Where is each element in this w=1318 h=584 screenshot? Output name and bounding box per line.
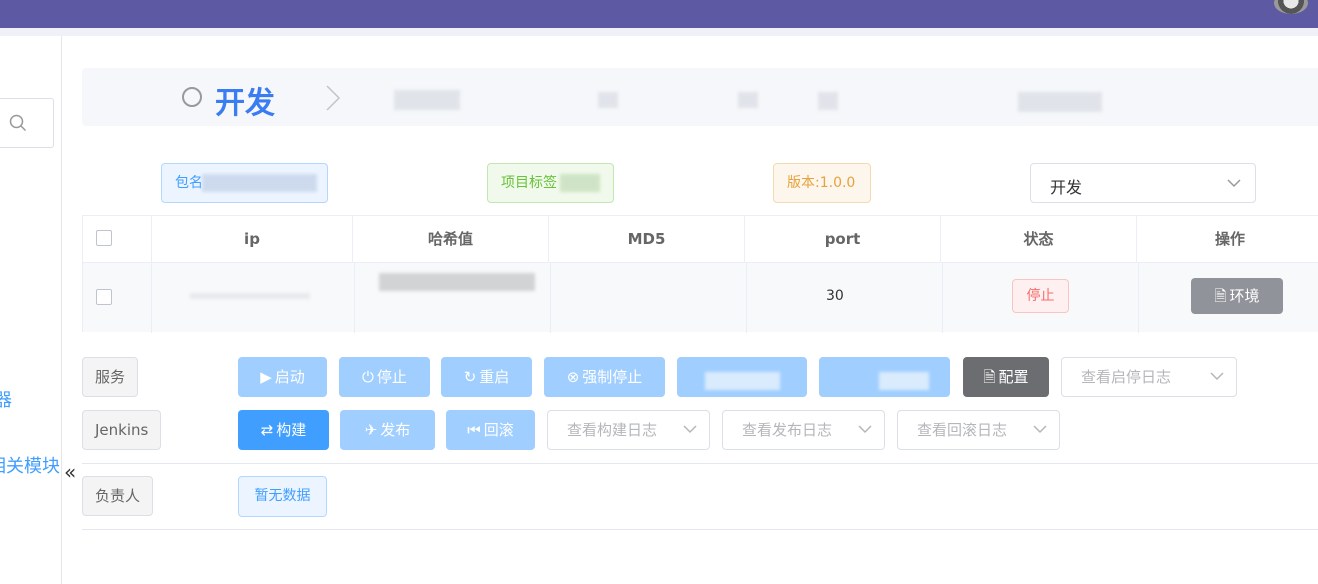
table-row: 30: [83, 262, 1318, 333]
sidebar: 器 相关模块: [0, 36, 62, 584]
power-icon: ⏻: [362, 368, 374, 386]
chevron-down-icon: [1227, 179, 1241, 188]
plane-icon: ✈: [364, 421, 378, 439]
table-header-select: [83, 216, 152, 262]
redacted-path: [738, 92, 758, 108]
chevron-down-icon: [1033, 425, 1047, 434]
environment-select[interactable]: 开发: [1030, 163, 1256, 203]
sidebar-search-input[interactable]: [0, 98, 54, 148]
stop-button[interactable]: ⏻ 停止: [339, 357, 430, 397]
table-cell-md5: [551, 263, 747, 333]
start-button[interactable]: ▶ 启动: [238, 357, 327, 397]
view-rollback-log-dropdown[interactable]: 查看回滚日志: [897, 410, 1060, 450]
stop-button-label: 停止: [376, 368, 407, 386]
environment-button-label: 环境: [1229, 287, 1260, 305]
redacted-action-button-1[interactable]: [677, 357, 807, 397]
view-publish-log-label: 查看发布日志: [742, 421, 833, 439]
table-header-status: 状态: [941, 216, 1137, 262]
view-build-log-dropdown[interactable]: 查看构建日志: [547, 410, 710, 450]
environment-select-value: 开发: [1050, 178, 1083, 197]
top-bar-shadow: [0, 28, 1318, 36]
chevron-down-icon: [858, 425, 872, 434]
build-button[interactable]: ⇄ 构建: [238, 410, 329, 450]
table-header-ip: ip: [152, 216, 353, 262]
view-publish-log-dropdown[interactable]: 查看发布日志: [722, 410, 885, 450]
view-start-stop-log-dropdown[interactable]: 查看启停日志: [1061, 357, 1237, 397]
redacted-path: [1018, 92, 1102, 112]
table-cell-port: 30: [747, 263, 943, 333]
chevron-down-icon: [1210, 372, 1224, 381]
view-start-stop-log-label: 查看启停日志: [1081, 368, 1172, 386]
force-stop-button-label: 强制停止: [582, 368, 643, 386]
build-button-label: 构建: [276, 421, 307, 439]
redacted-hash: [379, 273, 535, 291]
config-button[interactable]: 🗎 配置: [963, 357, 1049, 397]
redacted-button-label: [705, 372, 780, 390]
circle-icon: [182, 87, 202, 107]
restart-button-label: 重启: [479, 368, 510, 386]
table-cell-ip: [152, 263, 355, 333]
table-header-hash: 哈希值: [353, 216, 549, 262]
table-header-md5: MD5: [549, 216, 745, 262]
start-button-label: 启动: [274, 368, 305, 386]
avatar[interactable]: [1274, 0, 1308, 14]
environment-button[interactable]: 🗎 环境: [1191, 278, 1283, 314]
publish-button[interactable]: ✈ 发布: [340, 410, 435, 450]
rollback-button-label: 回滚: [483, 421, 514, 439]
redacted-path: [818, 92, 838, 110]
status-badge: 停止: [1012, 279, 1069, 313]
sidebar-item-1[interactable]: 器: [0, 386, 12, 412]
redacted-path: [394, 90, 460, 110]
package-name-tag: 包名: [161, 163, 328, 203]
port-value: 30: [826, 288, 844, 304]
row-checkbox[interactable]: [96, 289, 112, 305]
table-cell-hash: [355, 263, 551, 333]
project-tag: 项目标签: [487, 163, 614, 203]
divider: [82, 529, 1318, 530]
redacted-ip: [190, 293, 310, 299]
table-header-action: 操作: [1214, 230, 1245, 248]
skip-back-icon: ⏮: [467, 421, 481, 439]
play-icon: ▶: [260, 368, 272, 386]
version-tag: 版本:1.0.0: [773, 163, 871, 203]
instance-table: ip 哈希值 MD5 port 状态 操作 30: [82, 215, 1318, 333]
redacted-button-label: [879, 372, 929, 390]
service-label: 服务: [82, 357, 139, 397]
owner-label: 负责人: [82, 476, 154, 516]
package-name-label: 包名: [175, 175, 203, 191]
divider: [82, 463, 1318, 464]
collapse-sidebar-icon[interactable]: «: [64, 460, 76, 484]
no-data-tag: 暂无数据: [238, 476, 327, 517]
refresh-icon: ↻: [463, 368, 477, 386]
search-icon: [9, 114, 27, 132]
project-tag-label: 项目标签: [501, 175, 557, 191]
swap-icon: ⇄: [260, 421, 274, 439]
rollback-button[interactable]: ⏮ 回滚: [446, 410, 535, 450]
top-bar: [0, 0, 1318, 28]
chevron-right-icon: [326, 85, 341, 111]
select-all-checkbox[interactable]: [96, 230, 112, 246]
redacted-package-name: [202, 174, 317, 192]
force-stop-button[interactable]: ⊗ 强制停止: [544, 357, 665, 397]
table-cell-select: [83, 263, 152, 333]
redacted-action-button-2[interactable]: [819, 357, 950, 397]
config-button-label: 配置: [998, 368, 1029, 386]
redacted-path: [598, 92, 618, 108]
circle-close-icon: ⊗: [566, 368, 580, 386]
chevron-down-icon: [683, 425, 697, 434]
publish-button-label: 发布: [380, 421, 411, 439]
sidebar-item-related-modules[interactable]: 相关模块: [0, 452, 60, 478]
view-build-log-label: 查看构建日志: [567, 421, 658, 439]
document-icon: 🗎: [983, 368, 996, 386]
redacted-project-tag: [560, 174, 600, 192]
view-rollback-log-label: 查看回滚日志: [917, 421, 1008, 439]
restart-button[interactable]: ↻ 重启: [441, 357, 532, 397]
document-icon: 🗎: [1214, 287, 1227, 305]
jenkins-label: Jenkins: [82, 410, 162, 450]
table-header-port: port: [745, 216, 941, 262]
breadcrumb: 开发: [82, 68, 1318, 126]
breadcrumb-title[interactable]: 开发: [215, 78, 275, 122]
